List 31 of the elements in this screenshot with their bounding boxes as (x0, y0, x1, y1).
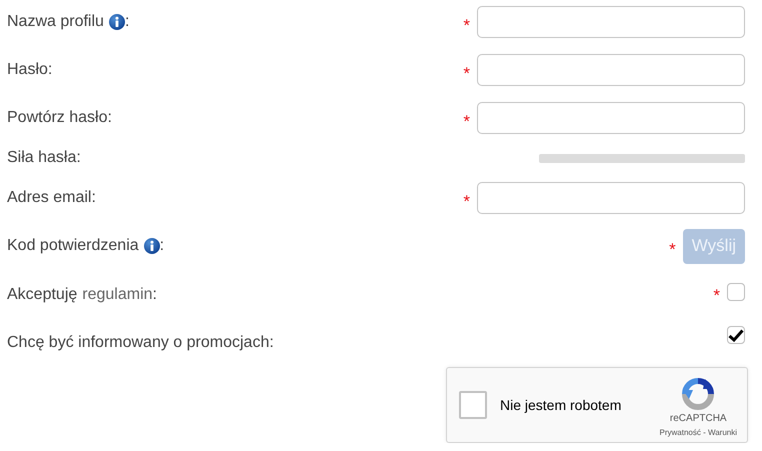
required-mark: * (669, 240, 676, 260)
field-label: Adres email: (7, 189, 96, 207)
checkmark-icon (728, 328, 744, 342)
input-field[interactable] (477, 6, 745, 38)
field-label: Hasło: (7, 61, 52, 79)
field-label: Kod potwierdzenia (7, 237, 139, 255)
required-mark: * (713, 286, 720, 306)
checkbox[interactable] (727, 283, 745, 301)
captcha-checkbox[interactable] (459, 391, 487, 419)
required-mark: * (463, 16, 470, 36)
terms-link[interactable]: regulamin (82, 286, 153, 304)
field-label: Nazwa profilu (7, 13, 104, 31)
field-label: Chcę być informowany o promocjach: (7, 334, 274, 352)
required-mark: * (463, 64, 470, 84)
recaptcha-logo-icon (682, 378, 714, 410)
field-label: Powtórz hasło: (7, 109, 112, 127)
captcha-label: Nie jestem robotem (500, 397, 622, 413)
label-colon: : (160, 237, 164, 255)
checkbox[interactable] (727, 326, 745, 344)
label-colon: : (152, 286, 157, 304)
input-field[interactable] (477, 182, 745, 214)
field-label: Akceptuję (7, 286, 78, 304)
privacy-terms-links[interactable]: Prywatność - Warunki (660, 428, 737, 436)
label-colon: : (124, 13, 130, 31)
required-mark: * (463, 192, 470, 212)
required-mark: * (463, 112, 470, 132)
input-field[interactable] (477, 54, 745, 86)
field-label: Siła hasła: (7, 149, 81, 167)
recaptcha-brand: reCAPTCHA (670, 412, 727, 424)
input-field[interactable] (477, 102, 745, 134)
info-icon[interactable] (108, 14, 125, 30)
